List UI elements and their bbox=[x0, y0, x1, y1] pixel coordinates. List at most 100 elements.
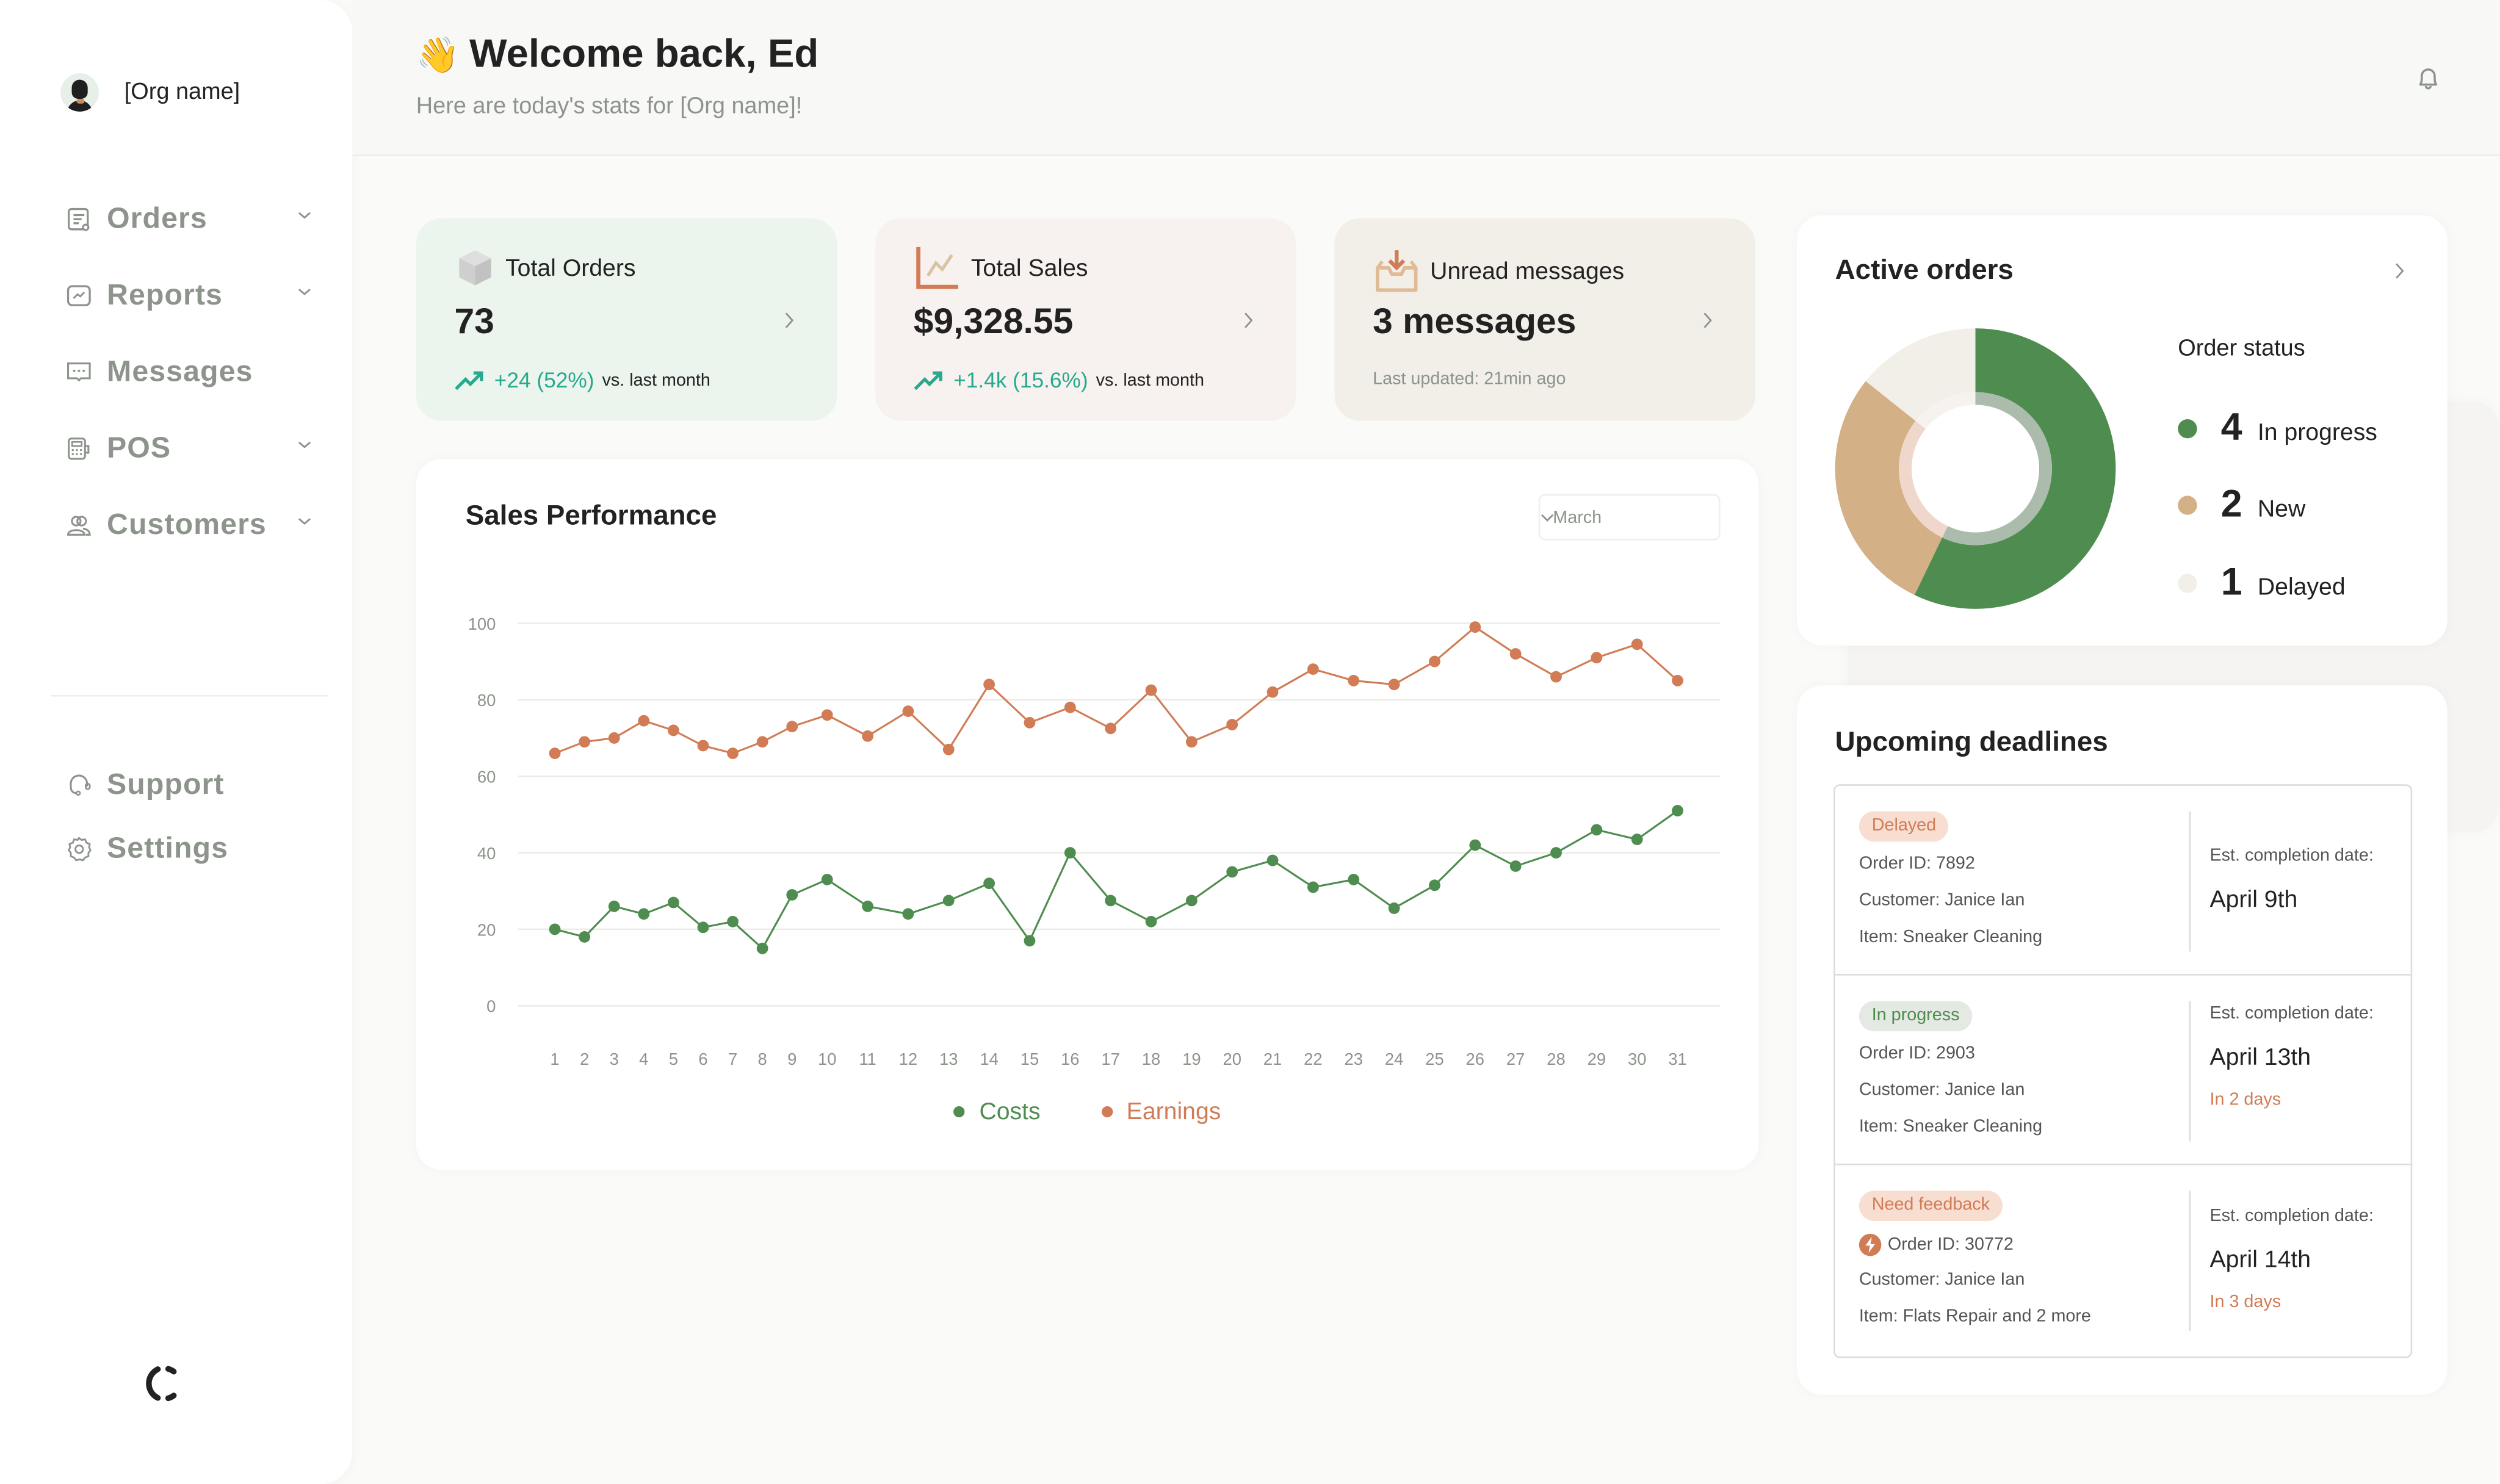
data-point-earnings[interactable] bbox=[1631, 638, 1643, 650]
data-point-costs[interactable] bbox=[1388, 902, 1400, 914]
data-point-earnings[interactable] bbox=[862, 730, 873, 742]
sidebar-item-pos[interactable]: POS bbox=[51, 416, 329, 480]
data-point-earnings[interactable] bbox=[1064, 701, 1076, 713]
data-point-earnings[interactable] bbox=[1307, 663, 1319, 675]
sidebar-item-messages[interactable]: Messages bbox=[51, 339, 329, 403]
chevron-right-icon[interactable] bbox=[783, 311, 796, 330]
x-tick-label: 22 bbox=[1304, 1050, 1322, 1068]
deadline-item[interactable]: Need feedback Order ID: 30772 Customer: … bbox=[1835, 1165, 2411, 1355]
data-point-earnings[interactable] bbox=[1024, 716, 1036, 729]
data-point-earnings[interactable] bbox=[1509, 648, 1522, 660]
data-point-earnings[interactable] bbox=[697, 740, 709, 752]
deadline-item[interactable]: Delayed Order ID: 7892 Customer: Janice … bbox=[1835, 786, 2411, 976]
data-point-earnings[interactable] bbox=[1145, 684, 1157, 696]
data-point-earnings[interactable] bbox=[983, 679, 995, 691]
delta-value: +1.4k (15.6%) bbox=[953, 368, 1088, 392]
data-point-earnings[interactable] bbox=[1550, 671, 1562, 683]
sidebar-item-reports[interactable]: Reports bbox=[51, 263, 329, 326]
legend-item-costs[interactable]: Costs bbox=[953, 1098, 1041, 1125]
data-point-earnings[interactable] bbox=[1266, 686, 1279, 698]
notifications-bell-icon[interactable] bbox=[2414, 63, 2443, 92]
trend-up-icon bbox=[914, 370, 942, 389]
data-point-costs[interactable] bbox=[667, 896, 679, 909]
data-point-costs[interactable] bbox=[902, 908, 914, 920]
total-sales-card[interactable]: Total Sales $9,328.55 +1.4k (15.6%) vs. … bbox=[875, 218, 1296, 421]
data-point-costs[interactable] bbox=[1348, 874, 1360, 885]
data-point-costs[interactable] bbox=[1469, 839, 1481, 851]
data-point-costs[interactable] bbox=[1631, 834, 1643, 845]
data-point-earnings[interactable] bbox=[756, 736, 768, 748]
last-updated: Last updated: 21min ago bbox=[1373, 370, 1566, 389]
sidebar-item-support[interactable]: Support bbox=[51, 758, 329, 810]
data-point-costs[interactable] bbox=[1024, 935, 1036, 947]
data-point-costs[interactable] bbox=[1307, 881, 1319, 893]
sidebar-item-orders[interactable]: Orders bbox=[51, 187, 329, 250]
data-point-earnings[interactable] bbox=[1672, 675, 1683, 686]
data-point-costs[interactable] bbox=[727, 915, 739, 928]
chevron-right-icon[interactable] bbox=[2393, 261, 2406, 280]
item: Item: Flats Repair and 2 more bbox=[1859, 1307, 2091, 1327]
stat-value: $9,328.55 bbox=[913, 301, 1074, 342]
chevron-right-icon[interactable] bbox=[1242, 311, 1255, 330]
data-point-earnings[interactable] bbox=[1105, 722, 1117, 735]
data-point-costs[interactable] bbox=[1550, 847, 1562, 859]
legend-item-earnings[interactable]: Earnings bbox=[1100, 1098, 1221, 1125]
data-point-earnings[interactable] bbox=[579, 736, 591, 748]
status-count: 4 bbox=[2220, 406, 2242, 450]
total-orders-card[interactable]: Total Orders 73 +24 (52%) vs. last month bbox=[416, 218, 837, 421]
data-point-earnings[interactable] bbox=[1185, 736, 1198, 748]
x-tick-label: 9 bbox=[787, 1050, 797, 1068]
data-point-costs[interactable] bbox=[821, 874, 833, 885]
data-point-costs[interactable] bbox=[1672, 805, 1683, 816]
data-point-earnings[interactable] bbox=[608, 732, 620, 744]
box-cube-icon bbox=[459, 250, 491, 286]
order-id-text: Order ID: 30772 bbox=[1887, 1235, 2014, 1255]
data-point-costs[interactable] bbox=[608, 900, 620, 912]
data-point-costs[interactable] bbox=[1429, 879, 1440, 891]
data-point-earnings[interactable] bbox=[1348, 675, 1360, 686]
sidebar: [Org name] Dashboard Orders Report bbox=[0, 0, 2499, 1484]
data-point-costs[interactable] bbox=[1064, 847, 1076, 859]
data-point-earnings[interactable] bbox=[549, 747, 561, 759]
chevron-right-icon[interactable] bbox=[1701, 311, 1714, 330]
data-point-costs[interactable] bbox=[983, 877, 995, 890]
data-point-earnings[interactable] bbox=[786, 721, 798, 733]
delta-value: +24 (52%) bbox=[494, 368, 594, 392]
deadline-item[interactable]: In progress Order ID: 2903 Customer: Jan… bbox=[1835, 976, 2411, 1165]
data-point-earnings[interactable] bbox=[1469, 621, 1481, 633]
data-point-earnings[interactable] bbox=[638, 715, 650, 727]
x-tick-label: 25 bbox=[1425, 1050, 1443, 1068]
data-point-costs[interactable] bbox=[579, 931, 591, 943]
data-point-earnings[interactable] bbox=[821, 709, 833, 721]
x-tick-label: 30 bbox=[1628, 1050, 1646, 1068]
org-switcher[interactable]: [Org name] bbox=[60, 73, 240, 112]
stat-value: 73 bbox=[454, 301, 494, 342]
unread-messages-card[interactable]: Unread messages 3 messages Last updated:… bbox=[1334, 218, 1756, 421]
data-point-costs[interactable] bbox=[549, 923, 561, 935]
data-point-costs[interactable] bbox=[786, 889, 798, 901]
data-point-earnings[interactable] bbox=[1388, 679, 1400, 691]
sidebar-item-settings[interactable]: Settings bbox=[51, 823, 329, 874]
data-point-earnings[interactable] bbox=[1591, 652, 1603, 664]
data-point-costs[interactable] bbox=[862, 900, 873, 912]
data-point-earnings[interactable] bbox=[1226, 719, 1238, 730]
data-point-costs[interactable] bbox=[1509, 860, 1522, 872]
reports-chart-icon bbox=[63, 281, 92, 309]
x-tick-label: 29 bbox=[1588, 1050, 1606, 1068]
data-point-costs[interactable] bbox=[1226, 866, 1238, 878]
data-point-costs[interactable] bbox=[942, 895, 955, 907]
data-point-costs[interactable] bbox=[1145, 915, 1157, 928]
data-point-costs[interactable] bbox=[1185, 895, 1198, 907]
data-point-costs[interactable] bbox=[638, 908, 650, 920]
data-point-costs[interactable] bbox=[697, 921, 709, 934]
data-point-costs[interactable] bbox=[1591, 824, 1603, 836]
data-point-earnings[interactable] bbox=[942, 743, 955, 755]
data-point-costs[interactable] bbox=[1105, 895, 1117, 907]
data-point-earnings[interactable] bbox=[727, 747, 739, 759]
data-point-earnings[interactable] bbox=[902, 705, 914, 717]
data-point-earnings[interactable] bbox=[667, 724, 679, 737]
data-point-costs[interactable] bbox=[756, 942, 768, 954]
data-point-costs[interactable] bbox=[1266, 854, 1279, 866]
sidebar-item-customers[interactable]: Customers bbox=[51, 492, 329, 556]
data-point-earnings[interactable] bbox=[1429, 655, 1440, 668]
